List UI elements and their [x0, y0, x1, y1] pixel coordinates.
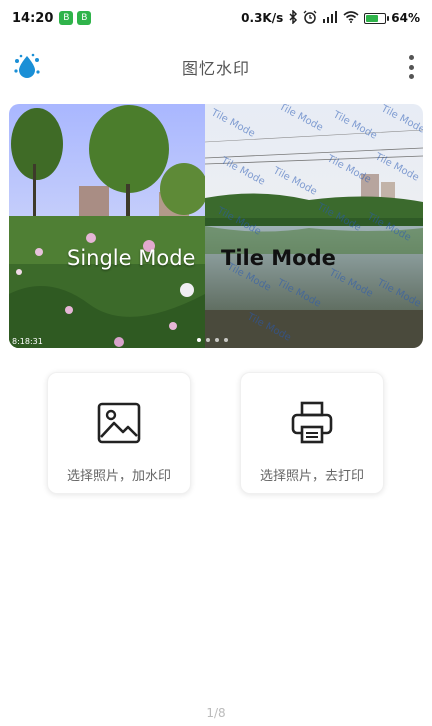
alarm-icon — [303, 10, 317, 27]
image-icon — [97, 401, 141, 445]
battery-percent: 64% — [391, 11, 420, 25]
single-mode-label: Single Mode — [67, 246, 196, 270]
carousel-dot[interactable] — [197, 338, 201, 342]
app-bar: 图忆水印 — [0, 44, 432, 90]
status-time: 14:20 — [12, 10, 54, 26]
add-watermark-label: 选择照片，加水印 — [66, 469, 171, 484]
carousel-dot[interactable] — [206, 338, 210, 342]
tile-mode-label: Tile Mode — [221, 246, 336, 270]
printer-icon — [290, 401, 334, 445]
status-right: 0.3K/s 64% — [241, 8, 420, 27]
print-photo-button[interactable]: 选择照片，去打印 — [240, 372, 384, 494]
app-logo-icon[interactable] — [12, 52, 42, 82]
mode-banner[interactable]: Tile Mode Tile Mode Tile Mode Tile Mode … — [9, 104, 423, 348]
photo-timestamp: 8:18:31 — [12, 337, 43, 346]
notification-badge-icon: B — [77, 11, 92, 25]
status-bar: 14:20 B B 0.3K/s 64% — [0, 0, 432, 36]
carousel-dot[interactable] — [215, 338, 219, 342]
more-options-icon[interactable] — [404, 52, 418, 82]
wifi-icon — [343, 10, 359, 26]
network-speed: 0.3K/s — [241, 11, 284, 25]
carousel-indicator — [197, 338, 228, 342]
bluetooth-icon — [288, 8, 298, 27]
page-title: 图忆水印 — [181, 59, 250, 78]
notification-badge-icon: B — [59, 11, 74, 25]
battery-icon — [364, 12, 390, 24]
carousel-dot[interactable] — [224, 338, 228, 342]
print-photo-label: 选择照片，去打印 — [259, 469, 364, 484]
add-watermark-button[interactable]: 选择照片，加水印 — [47, 372, 191, 494]
cellular-signal-icon — [322, 10, 338, 26]
page-indicator: 1/8 — [206, 706, 226, 720]
